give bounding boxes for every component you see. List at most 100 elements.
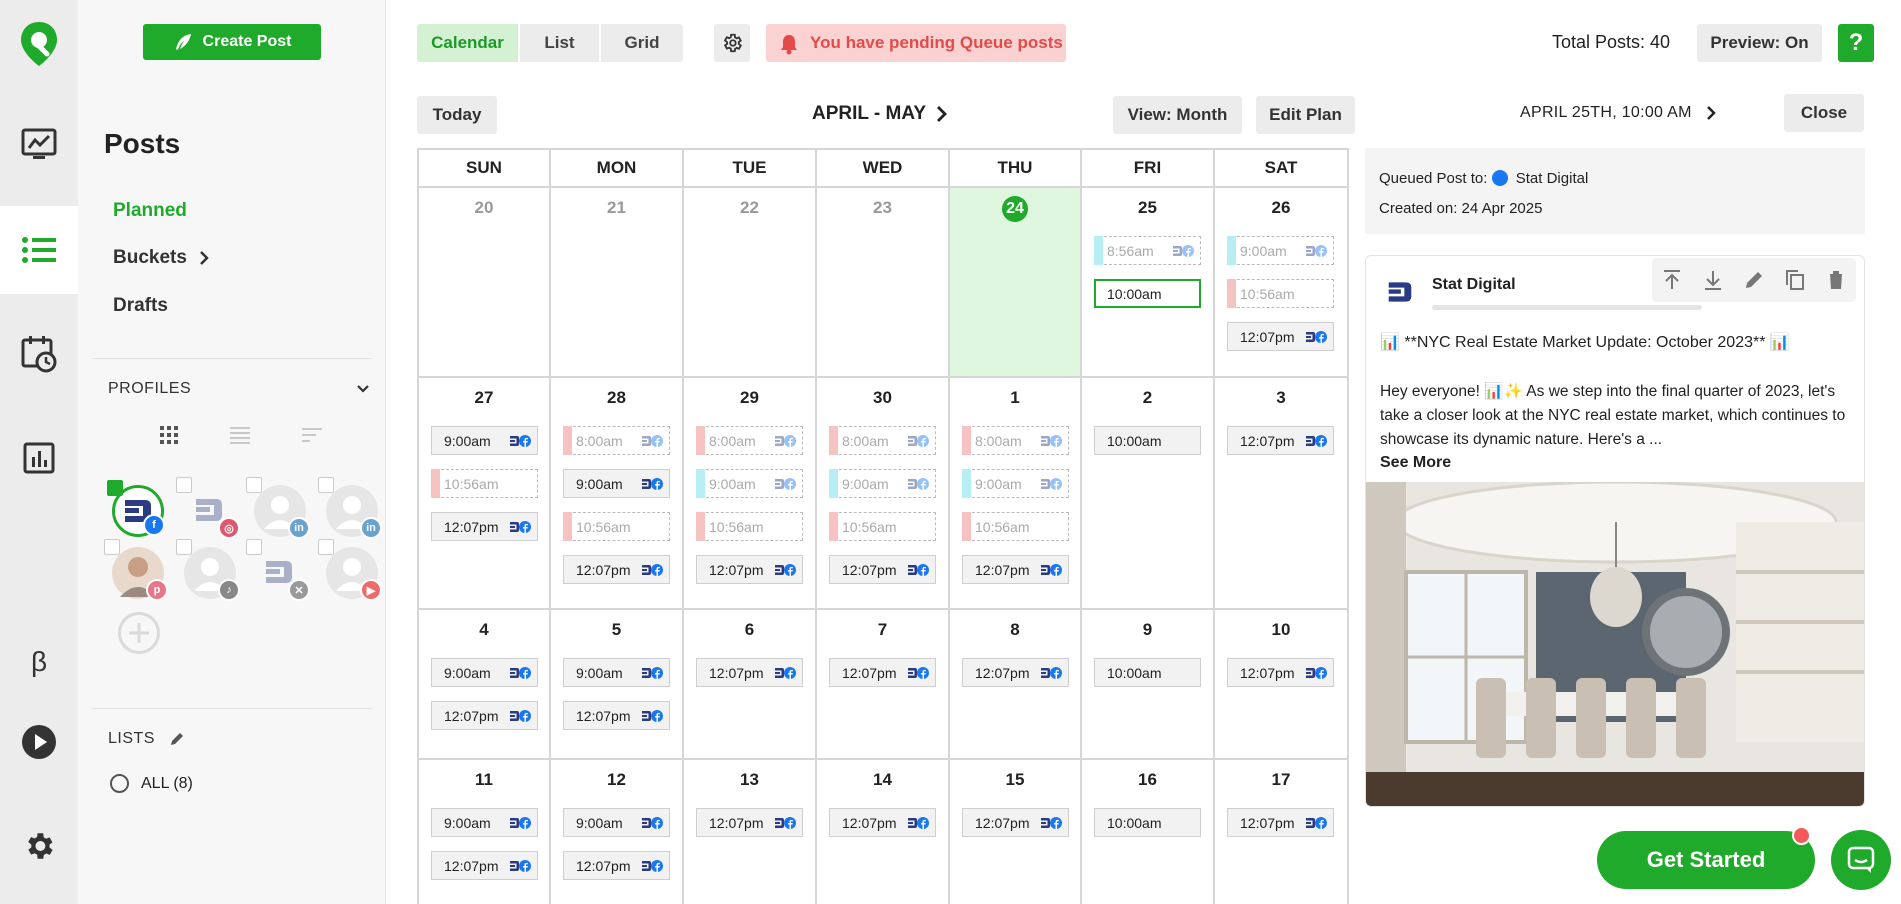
calendar-day-cell[interactable]: 15 12:07pm [950, 760, 1082, 904]
calendar-day-cell[interactable]: 14 12:07pm [817, 760, 950, 904]
calendar-day-cell[interactable]: 10 12:07pm [1215, 610, 1349, 760]
scheduled-post-slot[interactable]: 12:07pm [1227, 658, 1334, 687]
scheduled-post-slot[interactable]: 12:07pm [829, 808, 936, 837]
scheduled-post-slot[interactable]: 12:07pm [563, 851, 670, 880]
scheduled-post-slot[interactable]: 12:07pm [563, 555, 670, 584]
calendar-day-cell[interactable]: 3 12:07pm [1215, 378, 1349, 610]
calendar-day-cell[interactable]: 20 [419, 188, 551, 378]
create-post-button[interactable]: Create Post [143, 24, 321, 60]
profile-tiktok[interactable]: ♪ [176, 539, 240, 601]
tab-calendar[interactable]: Calendar [417, 24, 518, 62]
profile-stat-digital-instagram[interactable]: ◎ [176, 477, 240, 539]
profile-youtube[interactable]: ▶ [318, 539, 382, 601]
calendar-day-cell[interactable]: 28 8:00am 9:00am 10:56am 12:07pm [551, 378, 684, 610]
tab-list[interactable]: List [520, 24, 599, 62]
calendar-day-cell[interactable]: 29 8:00am 9:00am 10:56am 12:07pm [684, 378, 817, 610]
scheduled-post-slot[interactable]: 9:00am [431, 426, 538, 455]
calendar-day-cell[interactable]: 26 9:00am 10:56am 12:07pm [1215, 188, 1349, 378]
scheduled-post-slot[interactable]: 8:00am [962, 426, 1069, 455]
schedule-icon[interactable] [0, 310, 78, 398]
calendar-day-cell[interactable]: 13 12:07pm [684, 760, 817, 904]
calendar-day-cell[interactable]: 11 9:00am 12:07pm [419, 760, 551, 904]
grid-view-icon[interactable] [158, 424, 180, 446]
scheduled-post-slot[interactable]: 12:07pm [563, 701, 670, 730]
calendar-settings-button[interactable] [714, 24, 750, 62]
scheduled-post-slot[interactable]: 10:00am [1094, 279, 1201, 308]
scheduled-post-slot[interactable]: 9:00am [696, 469, 803, 498]
scheduled-post-slot[interactable]: 12:07pm [1227, 426, 1334, 455]
profile-linkedin-2[interactable]: in [318, 477, 382, 539]
scheduled-post-slot[interactable]: 10:56am [696, 512, 803, 541]
scheduled-post-slot[interactable]: 9:00am [431, 658, 538, 687]
today-button[interactable]: Today [417, 96, 497, 134]
reports-icon[interactable] [0, 414, 78, 502]
close-button[interactable]: Close [1784, 94, 1864, 132]
view-month-button[interactable]: View: Month [1113, 96, 1242, 134]
pending-queue-alert[interactable]: You have pending Queue posts [766, 24, 1066, 62]
scheduled-post-slot[interactable]: 10:00am [1094, 808, 1201, 837]
duplicate-icon[interactable] [1783, 268, 1807, 292]
calendar-day-cell[interactable]: 30 8:00am 9:00am 10:56am 12:07pm [817, 378, 950, 610]
calendar-day-cell[interactable]: 7 12:07pm [817, 610, 950, 760]
scheduled-post-slot[interactable]: 9:00am [563, 469, 670, 498]
scheduled-post-slot[interactable]: 12:07pm [962, 555, 1069, 584]
play-icon[interactable] [0, 698, 78, 786]
scheduled-post-slot[interactable]: 9:00am [563, 658, 670, 687]
add-profile-icon[interactable] [118, 612, 160, 654]
help-button[interactable]: ? [1838, 24, 1874, 62]
calendar-day-cell[interactable]: 6 12:07pm [684, 610, 817, 760]
scheduled-post-slot[interactable]: 12:07pm [696, 658, 803, 687]
calendar-day-cell[interactable]: 8 12:07pm [950, 610, 1082, 760]
posts-list-icon[interactable] [0, 206, 78, 294]
profile-stat-digital-x[interactable]: ✕ [246, 539, 310, 601]
calendar-day-cell[interactable]: 27 9:00am 10:56am 12:07pm [419, 378, 551, 610]
profile-stat-digital-facebook[interactable]: f [107, 480, 165, 537]
preview-toggle-button[interactable]: Preview: On [1697, 24, 1822, 62]
scheduled-post-slot[interactable]: 12:07pm [431, 701, 538, 730]
scheduled-post-slot[interactable]: 9:00am [563, 808, 670, 837]
scheduled-post-slot[interactable]: 10:56am [829, 512, 936, 541]
move-bottom-icon[interactable] [1701, 268, 1725, 292]
calendar-day-cell[interactable]: 1 8:00am 9:00am 10:56am 12:07pm [950, 378, 1082, 610]
calendar-day-cell[interactable]: 17 12:07pm [1215, 760, 1349, 904]
scheduled-post-slot[interactable]: 12:07pm [696, 808, 803, 837]
calendar-day-cell[interactable]: 4 9:00am 12:07pm [419, 610, 551, 760]
calendar-day-cell[interactable]: 23 [817, 188, 950, 378]
move-top-icon[interactable] [1660, 268, 1684, 292]
pencil-icon[interactable] [169, 731, 185, 747]
calendar-day-cell[interactable]: 22 [684, 188, 817, 378]
logo-pin-icon[interactable] [0, 0, 78, 88]
scheduled-post-slot[interactable]: 8:00am [563, 426, 670, 455]
analytics-icon[interactable] [0, 100, 78, 188]
scheduled-post-slot[interactable]: 10:00am [1094, 658, 1201, 687]
calendar-day-cell[interactable]: 16 10:00am [1082, 760, 1215, 904]
nav-buckets[interactable]: Buckets [113, 247, 209, 269]
calendar-day-cell[interactable]: 9 10:00am [1082, 610, 1215, 760]
scheduled-post-slot[interactable]: 12:07pm [431, 512, 538, 541]
scheduled-post-slot[interactable]: 12:07pm [962, 808, 1069, 837]
calendar-day-cell[interactable]: 24 [950, 188, 1082, 378]
scheduled-post-slot[interactable]: 12:07pm [1227, 322, 1334, 351]
scheduled-post-slot[interactable]: 12:07pm [829, 555, 936, 584]
scheduled-post-slot[interactable]: 8:00am [696, 426, 803, 455]
sort-icon[interactable] [301, 424, 323, 446]
get-started-button[interactable]: Get Started [1597, 831, 1815, 889]
scheduled-post-slot[interactable]: 12:07pm [431, 851, 538, 880]
beta-icon[interactable]: β [0, 618, 78, 706]
scheduled-post-slot[interactable]: 8:56am [1094, 236, 1201, 265]
settings-icon[interactable] [0, 802, 78, 890]
next-post-icon[interactable] [1706, 105, 1716, 121]
scheduled-post-slot[interactable]: 8:00am [829, 426, 936, 455]
scheduled-post-slot[interactable]: 9:00am [1227, 236, 1334, 265]
profile-pinterest[interactable]: p [104, 539, 168, 601]
scheduled-post-slot[interactable]: 10:56am [962, 512, 1069, 541]
calendar-day-cell[interactable]: 2 10:00am [1082, 378, 1215, 610]
see-more-link[interactable]: See More [1380, 454, 1451, 472]
scheduled-post-slot[interactable]: 10:56am [1227, 279, 1334, 308]
edit-icon[interactable] [1742, 268, 1766, 292]
list-view-icon[interactable] [229, 424, 251, 446]
delete-icon[interactable] [1824, 268, 1848, 292]
chat-button[interactable] [1831, 830, 1891, 890]
scheduled-post-slot[interactable]: 12:07pm [962, 658, 1069, 687]
tab-grid[interactable]: Grid [601, 24, 683, 62]
